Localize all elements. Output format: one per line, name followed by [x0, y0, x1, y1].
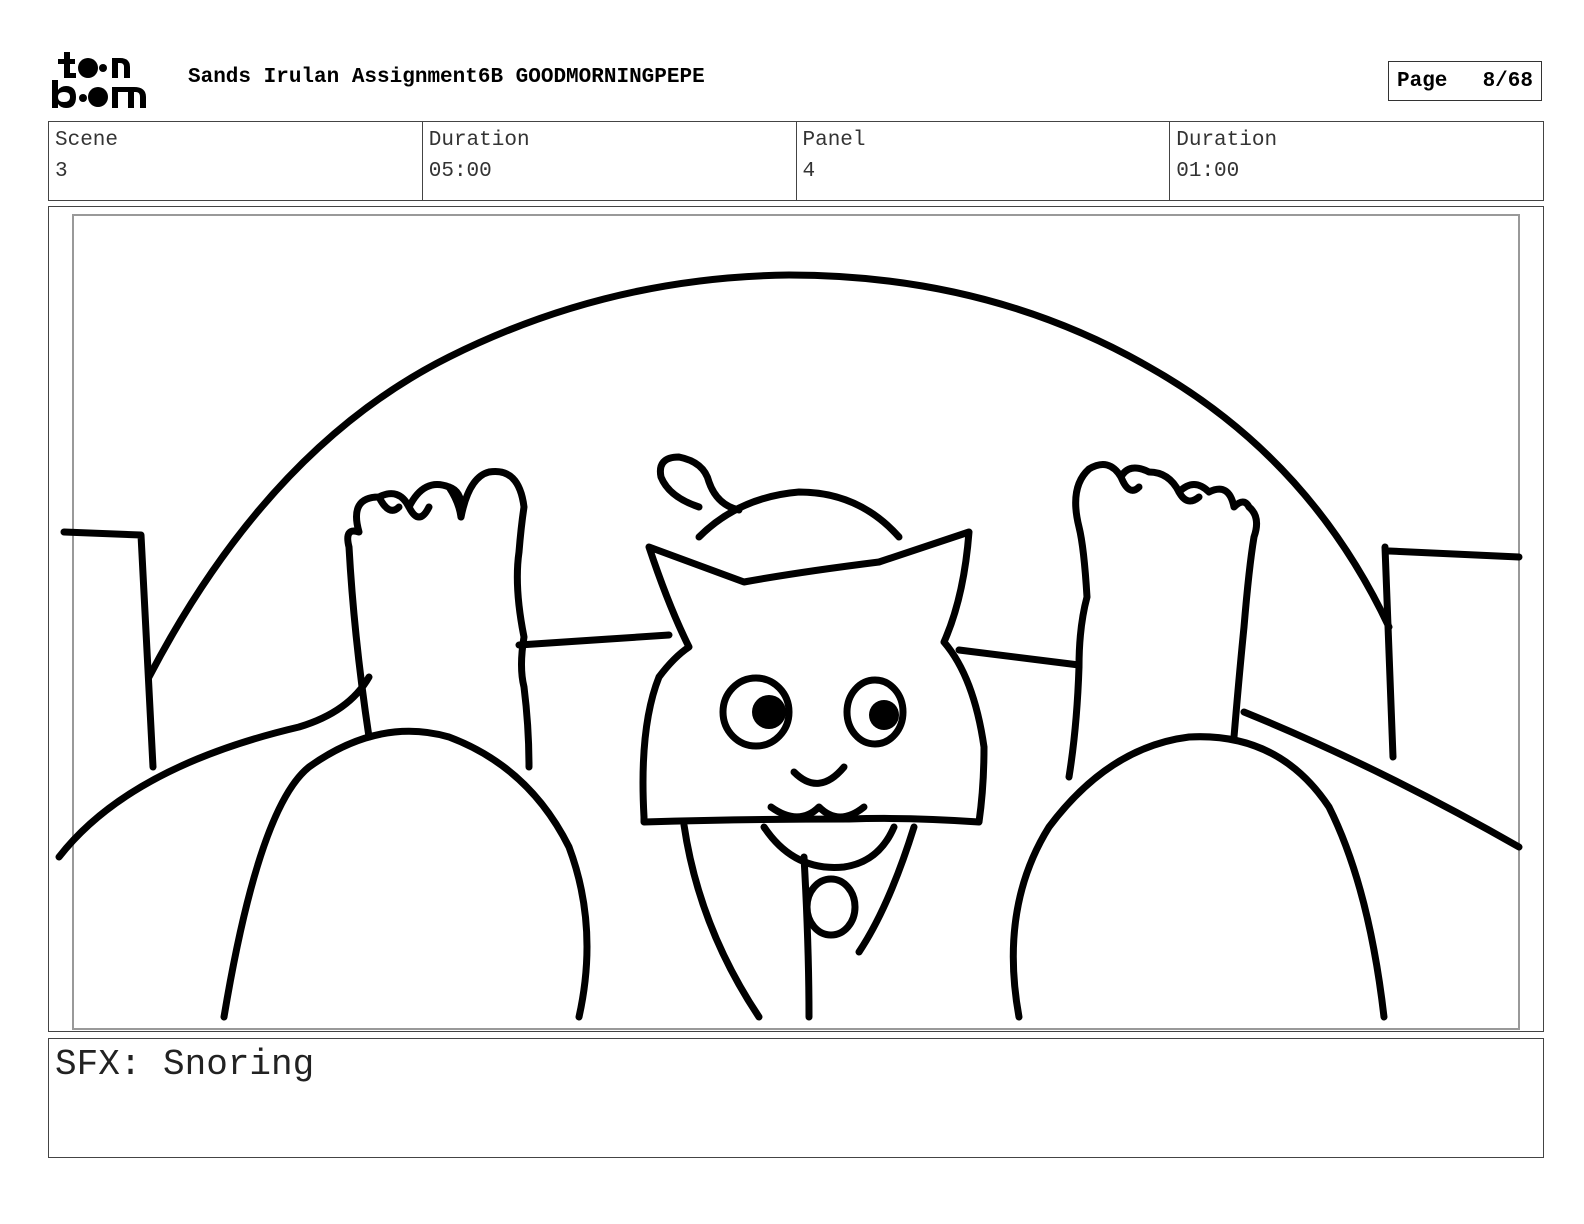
headboard-arch: [145, 271, 1393, 681]
cat-body-left: [680, 821, 763, 1021]
cat-head-back: [695, 488, 903, 541]
scene-duration-value: 05:00: [428, 160, 492, 183]
cat-pupil-right: [869, 700, 899, 730]
left-knee: [220, 727, 591, 1021]
sketch-lines: [55, 271, 1523, 1021]
dialog-box: SFX: Snoring: [48, 1038, 1544, 1158]
wall-line-left: [515, 631, 673, 649]
cat-tail: [656, 453, 743, 514]
cat-body-center: [800, 853, 813, 1021]
wall-line-right: [955, 646, 1083, 669]
toon-boom-logo: [50, 50, 166, 112]
right-bed-post: [1381, 543, 1523, 761]
cat-mouth: [767, 803, 868, 821]
panel-cell: Panel 4: [797, 122, 1171, 200]
panel-value: 4: [802, 160, 816, 183]
right-foot: [1065, 461, 1261, 781]
cat-face: [639, 528, 988, 826]
panel-label: Panel: [802, 129, 866, 152]
cat-tag: [803, 875, 859, 939]
page-label: Page: [1397, 69, 1448, 93]
project-title: Sands Irulan Assignment6B GOODMORNINGPEP…: [188, 66, 705, 89]
panel-duration-value: 01:00: [1176, 160, 1240, 183]
cat-pupil-left: [752, 695, 786, 729]
dialog-text: SFX: Snoring: [55, 1044, 315, 1085]
blanket-left: [55, 673, 373, 861]
cat-nose: [790, 763, 848, 787]
left-bed-post: [60, 528, 157, 771]
scene-value: 3: [55, 160, 68, 183]
info-row: Scene 3 Duration 05:00 Panel 4 Duration …: [48, 121, 1544, 201]
blanket-right: [1240, 708, 1523, 851]
panel-duration-cell: Duration 01:00: [1170, 122, 1543, 200]
page-number: 8/68: [1482, 69, 1533, 93]
scene-duration-cell: Duration 05:00: [423, 122, 797, 200]
scene-cell: Scene 3: [49, 122, 423, 200]
scene-duration-label: Duration: [428, 129, 530, 152]
page-indicator: Page 8/68: [1388, 61, 1542, 101]
panel-duration-label: Duration: [1176, 129, 1278, 152]
safe-frame: [72, 214, 1520, 1030]
panel-drawing: [55, 214, 1523, 1030]
left-foot: [344, 467, 533, 771]
scene-label: Scene: [55, 129, 119, 152]
storyboard-panel: [48, 206, 1544, 1032]
